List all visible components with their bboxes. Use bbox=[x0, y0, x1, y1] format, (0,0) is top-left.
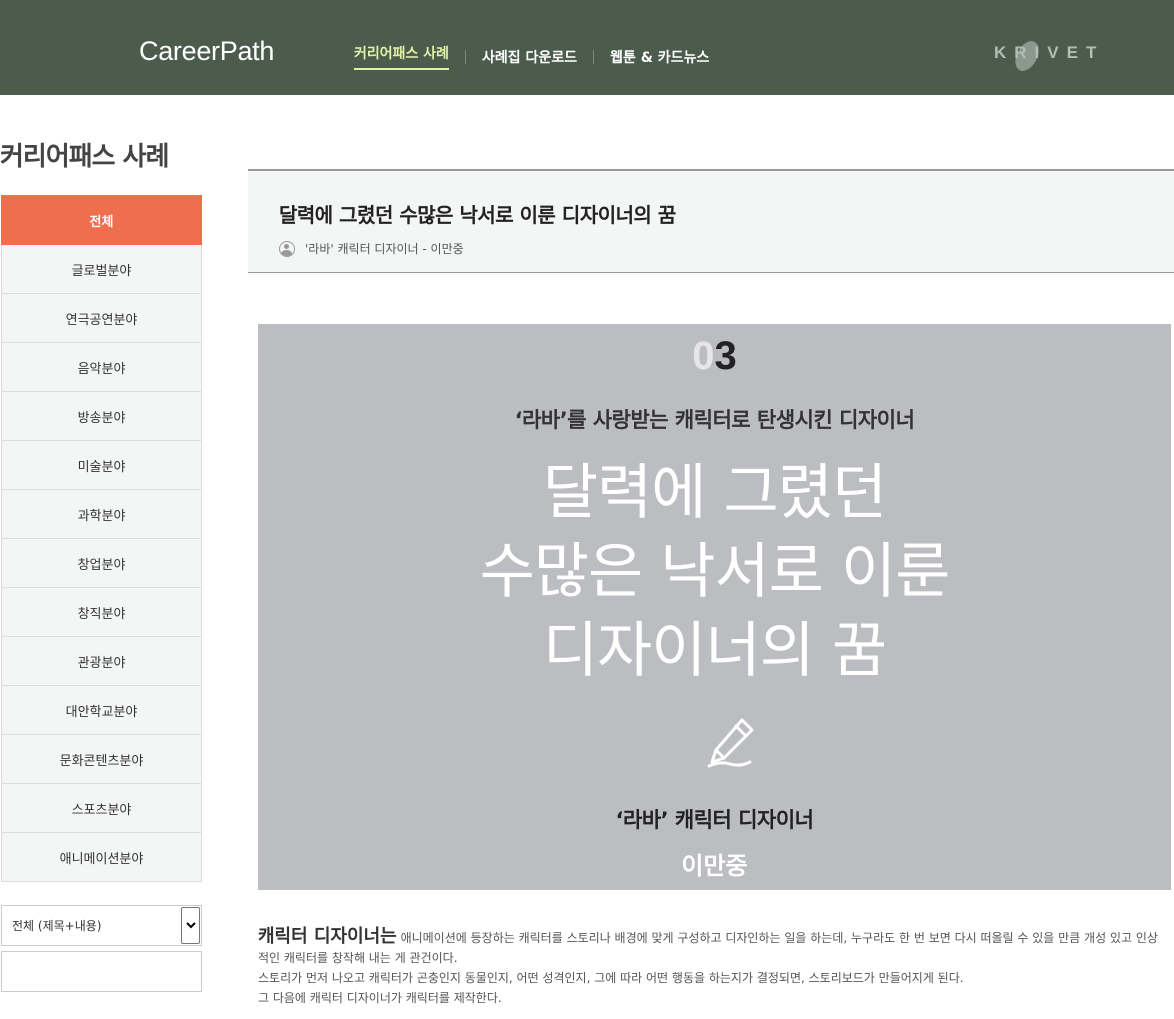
category-art[interactable]: 미술분야 bbox=[1, 441, 202, 490]
hero-headline-line: 디자이너의 꿈 bbox=[542, 616, 887, 686]
category-culture-content[interactable]: 문화콘텐츠분야 bbox=[1, 735, 202, 784]
category-sports[interactable]: 스포츠분야 bbox=[1, 784, 202, 833]
nav-divider bbox=[593, 49, 595, 64]
category-sidebar: 전체 글로벌분야 연극공연분야 음악분야 방송분야 미술분야 과학분야 창업분야… bbox=[1, 195, 202, 882]
nav-webtoon-cardnews[interactable]: 웹툰 & 카드뉴스 bbox=[610, 47, 709, 67]
pencil-icon bbox=[707, 718, 754, 768]
hero-banner: 03 ‘라바’를 사랑받는 캐릭터로 탄생시킨 디자이너 달력에 그렸던 수많은… bbox=[258, 324, 1171, 890]
nav-divider bbox=[465, 49, 467, 64]
hero-number-main: 3 bbox=[714, 334, 737, 378]
category-broadcast[interactable]: 방송분야 bbox=[1, 392, 202, 441]
user-icon bbox=[279, 240, 295, 257]
nav-careerpath-cases[interactable]: 커리어패스 사례 bbox=[354, 43, 450, 70]
article-author: '라바' 캐릭터 디자이너 - 이만중 bbox=[305, 242, 464, 256]
page-title: 커리어패스 사례 bbox=[0, 142, 169, 172]
site-logo[interactable]: CareerPath bbox=[139, 36, 274, 67]
category-all[interactable]: 전체 bbox=[1, 195, 202, 245]
search-scope-select[interactable]: 전체 (제목+내용) bbox=[1, 905, 202, 946]
category-global[interactable]: 글로벌분야 bbox=[1, 245, 202, 294]
krivet-logo[interactable]: KRIVET bbox=[994, 36, 1096, 75]
hero-headline-line: 수많은 낙서로 이룬 bbox=[479, 537, 951, 607]
hero-headline-line: 달력에 그렸던 bbox=[542, 458, 887, 528]
nav-casebook-download[interactable]: 사례집 다운로드 bbox=[482, 47, 577, 67]
category-animation[interactable]: 애니메이션분야 bbox=[1, 833, 202, 882]
site-header: CareerPath 커리어패스 사례 사례집 다운로드 웹툰 & 카드뉴스 K… bbox=[0, 0, 1174, 95]
hero-name: 이만중 bbox=[681, 852, 748, 880]
article-meta: '라바' 캐릭터 디자이너 - 이만중 bbox=[279, 240, 464, 257]
category-music[interactable]: 음악분야 bbox=[1, 343, 202, 392]
category-theater[interactable]: 연극공연분야 bbox=[1, 294, 202, 343]
article-header: 달력에 그렸던 수많은 낙서로 이룬 디자이너의 꿈 '라바' 캐릭터 디자이너… bbox=[248, 169, 1174, 273]
article-paragraph: 캐릭터 디자이너는 애니메이션에 등장하는 캐릭터를 스토리나 배경에 맞게 구… bbox=[258, 927, 1168, 968]
category-science[interactable]: 과학분야 bbox=[1, 490, 202, 539]
search-scope-value: 전체 (제목+내용) bbox=[12, 919, 102, 933]
krivet-logo-text: KRIVET bbox=[994, 43, 1105, 62]
category-startup[interactable]: 창업분야 bbox=[1, 539, 202, 588]
article-paragraph: 스토리가 먼저 나오고 캐릭터가 곤충인지 동물인지, 어떤 성격인지, 그에 … bbox=[258, 971, 964, 985]
dropdown-arrow-icon[interactable] bbox=[181, 907, 200, 944]
hero-role: ‘라바’ 캐릭터 디자이너 bbox=[615, 808, 814, 832]
hero-number-dim: 0 bbox=[692, 334, 715, 378]
article-title: 달력에 그렸던 수많은 낙서로 이룬 디자이너의 꿈 bbox=[279, 203, 676, 227]
search-input[interactable] bbox=[1, 951, 202, 992]
article-lead: 캐릭터 디자이너는 bbox=[258, 926, 397, 947]
hero-subtitle: ‘라바’를 사랑받는 캐릭터로 탄생시킨 디자이너 bbox=[514, 408, 915, 432]
category-tourism[interactable]: 관광분야 bbox=[1, 637, 202, 686]
main-nav: 커리어패스 사례 사례집 다운로드 웹툰 & 카드뉴스 bbox=[354, 43, 709, 70]
article-body: 캐릭터 디자이너는 애니메이션에 등장하는 캐릭터를 스토리나 배경에 맞게 구… bbox=[258, 927, 1168, 1008]
article-paragraph: 그 다음에 캐릭터 디자이너가 캐릭터를 제작한다. bbox=[258, 991, 502, 1005]
category-alternative-school[interactable]: 대안학교분야 bbox=[1, 686, 202, 735]
hero-issue-number: 03 bbox=[258, 334, 1171, 379]
category-job-creation[interactable]: 창직분야 bbox=[1, 588, 202, 637]
hero-headline: 달력에 그렸던 수많은 낙서로 이룬 디자이너의 꿈 bbox=[258, 454, 1171, 691]
